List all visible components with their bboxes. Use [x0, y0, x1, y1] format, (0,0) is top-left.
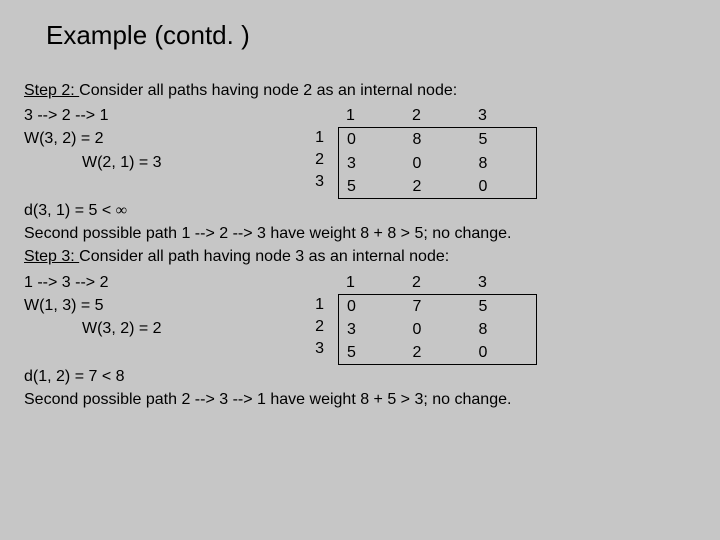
slide-body: Step 2: Consider all paths having node 2… — [24, 79, 696, 412]
matrix-hdr-cell: 2 — [404, 104, 470, 127]
step3-path: 1 --> 3 --> 2 — [24, 271, 304, 294]
matrix-cell: 5 — [471, 128, 537, 152]
table-row: 3 0 8 — [339, 318, 537, 341]
step2-result-text: d(3, 1) = 5 < — [24, 202, 116, 219]
matrix-cell: 8 — [471, 318, 537, 341]
row-idx: 1 — [304, 294, 332, 316]
matrix-cell: 8 — [471, 152, 537, 175]
row-idx: 3 — [304, 171, 332, 193]
row-idx: 2 — [304, 316, 332, 338]
matrix-hdr-cell: 1 — [338, 271, 404, 294]
matrix-cell: 0 — [471, 341, 537, 365]
matrix-hdr-cell: 3 — [470, 271, 536, 294]
step3-row-indices: 1 2 3 — [304, 294, 332, 360]
table-row: 0 8 5 — [339, 128, 537, 152]
table-row: 3 0 8 — [339, 152, 537, 175]
step2-matrix-row: W(3, 2) = 2 W(2, 1) = 3 ︶︶︶︶︶︶︶︶︶︶︶ 1 2 … — [24, 127, 696, 199]
table-row: 5 2 0 — [339, 175, 537, 199]
step3-label: Step 3: — [24, 248, 79, 265]
step3-path-row: 1 --> 3 --> 2 1 2 3 — [24, 271, 696, 294]
matrix-cell: 5 — [471, 294, 537, 318]
matrix-cell: 5 — [339, 175, 405, 199]
matrix-hdr-cell: 2 — [404, 271, 470, 294]
matrix-cell: 0 — [471, 175, 537, 199]
table-row: 5 2 0 — [339, 341, 537, 365]
step2-w2: W(2, 1) = 3 — [24, 151, 304, 174]
step2-result: d(3, 1) = 5 < ∞ — [24, 199, 696, 222]
matrix-hdr-cell: 3 — [470, 104, 536, 127]
table-row: 0 7 5 — [339, 294, 537, 318]
matrix-cell: 5 — [339, 341, 405, 365]
step3-w2: W(3, 2) = 2 — [24, 317, 304, 340]
step2-matrix-header: 1 2 3 — [338, 104, 536, 127]
infinity-symbol: ∞ — [116, 202, 127, 219]
matrix-hdr-cell: 1 — [338, 104, 404, 127]
step2-second-path: Second possible path 1 --> 2 --> 3 have … — [24, 222, 696, 245]
matrix-cell: 7 — [405, 294, 471, 318]
row-idx: 2 — [304, 149, 332, 171]
step3-matrix: 0 7 5 3 0 8 5 2 0 — [338, 294, 537, 366]
step3-heading: Step 3: Consider all path having node 3 … — [24, 245, 696, 268]
step2-row-indices: 1 2 3 — [304, 127, 332, 193]
matrix-cell: 2 — [405, 341, 471, 365]
step2-label: Step 2: — [24, 82, 79, 99]
matrix-cell: 3 — [339, 318, 405, 341]
matrix-cell: 0 — [405, 318, 471, 341]
step3-matrix-row: W(1, 3) = 5 W(3, 2) = 2 ︶︶︶︶︶︶︶︶︶︶︶ 1 2 … — [24, 294, 696, 366]
brace-decoration: ︶︶︶︶︶︶︶︶︶︶︶ — [24, 338, 304, 346]
step2-w1: W(3, 2) = 2 — [24, 127, 304, 150]
brace-decoration: ︶︶︶︶︶︶︶︶︶︶︶ — [24, 172, 304, 180]
step3-w1: W(1, 3) = 5 — [24, 294, 304, 317]
step2-heading: Step 2: Consider all paths having node 2… — [24, 79, 696, 102]
matrix-cell: 0 — [405, 152, 471, 175]
matrix-cell: 0 — [339, 294, 405, 318]
matrix-cell: 0 — [339, 128, 405, 152]
row-idx: 1 — [304, 127, 332, 149]
step2-path-row: 3 --> 2 --> 1 1 2 3 — [24, 104, 696, 127]
step2-path: 3 --> 2 --> 1 — [24, 104, 304, 127]
step3-result: d(1, 2) = 7 < 8 — [24, 365, 696, 388]
step3-desc: Consider all path having node 3 as an in… — [79, 248, 449, 265]
matrix-cell: 2 — [405, 175, 471, 199]
slide-title: Example (contd. ) — [24, 20, 696, 51]
step2-desc: Consider all paths having node 2 as an i… — [79, 82, 457, 99]
step3-matrix-header: 1 2 3 — [338, 271, 536, 294]
matrix-cell: 3 — [339, 152, 405, 175]
matrix-cell: 8 — [405, 128, 471, 152]
step2-matrix: 0 8 5 3 0 8 5 2 0 — [338, 127, 537, 199]
step3-second-path: Second possible path 2 --> 3 --> 1 have … — [24, 388, 696, 411]
row-idx: 3 — [304, 338, 332, 360]
